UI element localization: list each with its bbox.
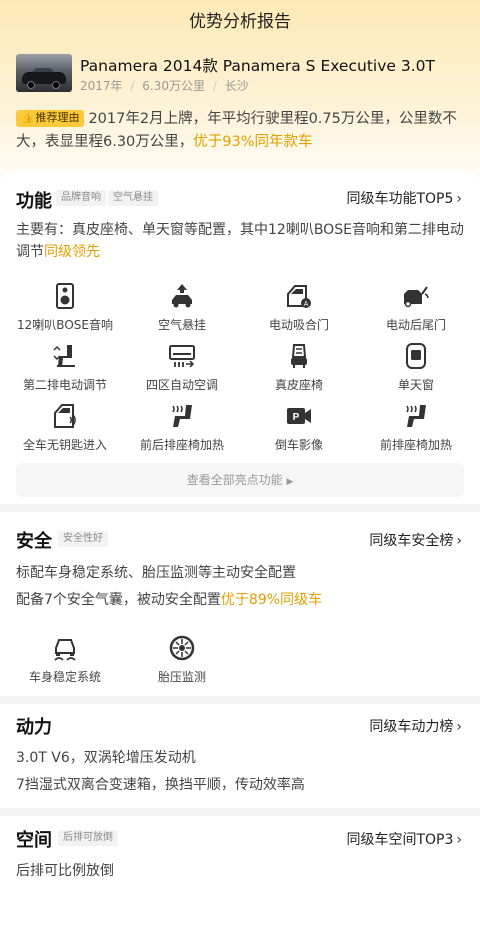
tire-pressure-icon [169,635,195,661]
space-tag: 后排可放倒 [58,830,118,846]
stability-control-icon [54,639,76,661]
reason-highlight: 优于93%同年款车 [193,134,313,150]
speaker-icon [56,283,74,309]
svg-text:P: P [293,412,300,423]
power-line-2: 7挡湿式双离合变速箱，换挡平顺，传动效率高 [16,777,305,793]
function-desc-highlight: 同级领先 [44,244,100,260]
feature-item[interactable]: 第二排电动调节 [5,342,125,393]
safety-title: 安全 [16,531,52,552]
power-link-label: 同级车动力榜 [369,719,454,735]
seat-heating-icon [172,405,192,427]
feature-item[interactable]: 单天窗 [356,342,476,393]
car-summary[interactable]: Panamera 2014款 Panamera S Executive 3.0T… [16,52,464,98]
section-divider [0,808,480,816]
feature-label: 电动吸合门 [268,318,329,332]
space-section: 空间 后排可放倒 同级车空间TOP3 › 后排可比例放倒 [0,816,480,940]
feature-label: 全车无钥匙进入 [22,438,107,452]
leather-seat-icon [291,344,307,368]
safety-section: 安全 安全性好 同级车安全榜 › 标配车身稳定系统、胎压监测等主动安全配置 配备7… [0,512,480,696]
feature-label: 12喇叭BOSE音响 [17,318,113,332]
space-line-1: 后排可比例放倒 [16,863,114,879]
air-conditioner-icon [169,345,195,368]
thumbs-up-icon: 👍 [21,113,34,124]
feature-label: 电动后尾门 [385,318,446,332]
function-section: 功能 品牌音响 空气悬挂 同级车功能TOP5 › 主要有：真皮座椅、单天窗等配置，… [0,172,480,497]
function-description: 主要有：真皮座椅、单天窗等配置，其中12喇叭BOSE音响和第二排电动调节同级领先 [16,219,464,263]
chevron-right-icon: › [456,191,462,207]
safety-item-label: 车身稳定系统 [28,670,101,684]
power-ranking-link[interactable]: 同级车动力榜 › [369,716,462,736]
keyless-entry-icon [54,404,76,428]
feature-label: 单天窗 [397,378,434,392]
car-year: 2017年 [80,79,123,93]
recommend-badge: 👍 推荐理由 [16,110,85,127]
safety-line-2: 配备7个安全气囊，被动安全配置优于89%同级车 [16,589,464,611]
function-title: 功能 [16,191,52,212]
feature-item[interactable]: A 电动吸合门 [239,282,359,333]
car-city: 长沙 [224,79,249,93]
feature-item[interactable]: 12喇叭BOSE音响 [5,282,125,333]
feature-label: 前排座椅加热 [379,438,452,452]
car-thumbnail[interactable] [16,54,72,92]
chevron-right-icon: › [456,533,462,549]
recommend-reason: 👍 推荐理由 2017年2月上牌，年平均行驶里程0.75万公里，公里数不大，表显里程… [16,108,464,162]
svg-text:A: A [304,301,309,308]
feature-item[interactable]: 全车无钥匙进入 [5,402,125,453]
chevron-right-icon: › [456,719,462,735]
triangle-right-icon: ▶ [286,477,294,487]
car-title: Panamera 2014款 Panamera S Executive 3.0T [80,57,435,75]
feature-item[interactable]: 四区自动空调 [122,342,242,393]
feature-label: 前后排座椅加热 [139,438,224,452]
space-top3-link[interactable]: 同级车空间TOP3 › [346,829,462,849]
seat-adjust-icon [53,345,75,367]
recommend-badge-label: 推荐理由 [35,111,80,124]
safety-highlight: 优于89%同级车 [220,592,323,608]
car-mileage: 6.30万公里 [142,79,205,93]
meta-separator: / [130,79,135,93]
function-tag: 品牌音响 [56,190,106,206]
safety-line-1: 标配车身稳定系统、胎压监测等主动安全配置 [16,565,296,581]
feature-item[interactable]: P 倒车影像 [239,402,359,453]
power-title: 动力 [16,717,52,738]
safety-line-2-text: 配备7个安全气囊，被动安全配置 [16,592,221,608]
feature-label: 空气悬挂 [157,318,206,332]
function-top5-link[interactable]: 同级车功能TOP5 › [346,188,462,208]
feature-label: 第二排电动调节 [22,378,107,392]
soft-close-door-icon: A [287,285,311,308]
space-link-label: 同级车空间TOP3 [346,832,454,848]
safety-ranking-link[interactable]: 同级车安全榜 › [369,530,462,550]
view-all-features-button[interactable]: 查看全部亮点功能 ▶ [16,463,464,497]
feature-item[interactable]: 电动后尾门 [356,282,476,333]
safety-item[interactable]: 胎压监测 [122,634,242,685]
view-all-label: 查看全部亮点功能 [186,473,283,487]
page-title: 优势分析报告 [189,12,291,32]
feature-item[interactable]: 空气悬挂 [122,282,242,333]
feature-item[interactable]: 真皮座椅 [239,342,359,393]
feature-item[interactable]: 前排座椅加热 [356,402,476,453]
feature-label: 真皮座椅 [274,378,323,392]
feature-label: 倒车影像 [274,438,323,452]
safety-item[interactable]: 车身稳定系统 [5,634,125,685]
section-divider [0,504,480,512]
sunroof-icon [406,343,426,369]
chevron-right-icon: › [456,832,462,848]
space-title: 空间 [16,830,52,851]
safety-link-label: 同级车安全榜 [369,533,454,549]
section-divider [0,696,480,704]
feature-item[interactable]: 前后排座椅加热 [122,402,242,453]
feature-label: 四区自动空调 [145,378,218,392]
power-line-1: 3.0T V6，双涡轮增压发动机 [16,750,196,766]
safety-item-label: 胎压监测 [157,670,206,684]
safety-tag: 安全性好 [58,531,108,547]
power-section: 动力 同级车动力榜 › 3.0T V6，双涡轮增压发动机 7挡湿式双离合变速箱，换… [0,704,480,808]
front-seat-heating-icon [406,405,426,427]
function-link-label: 同级车功能TOP5 [346,191,454,207]
function-tag: 空气悬挂 [108,190,158,206]
car-meta: 2017年 / 6.30万公里 / 长沙 [80,77,249,94]
air-suspension-icon [172,284,192,308]
meta-separator: / [212,79,217,93]
power-tailgate-icon [404,286,429,308]
reverse-camera-icon: P [287,408,311,424]
